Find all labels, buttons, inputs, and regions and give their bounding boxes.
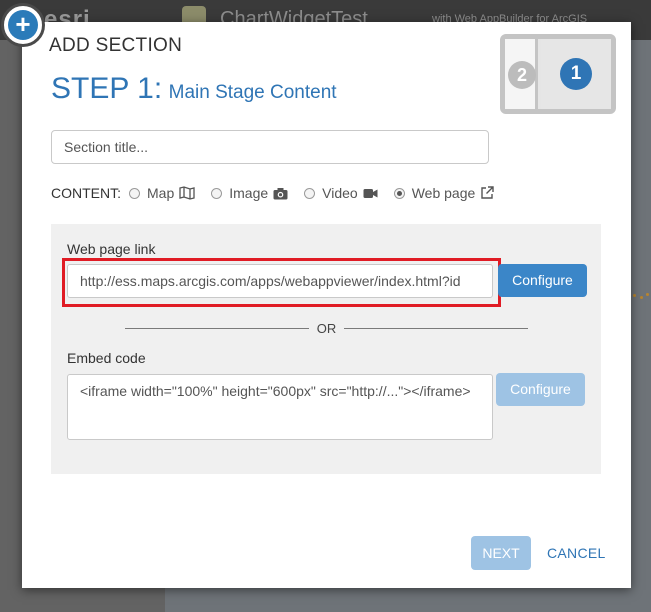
radio-image[interactable] <box>211 187 223 199</box>
or-label: OR <box>316 320 337 336</box>
map-point <box>633 294 636 297</box>
web-page-link-input[interactable]: http://ess.maps.arcgis.com/apps/webappvi… <box>67 264 493 298</box>
configure-embed-button[interactable]: Configure <box>496 373 585 406</box>
content-option-video[interactable]: Video <box>304 185 378 201</box>
web-page-panel: Web page link http://ess.maps.arcgis.com… <box>51 224 601 474</box>
map-point <box>646 293 649 296</box>
embed-code-textarea[interactable]: <iframe width="100%" height="600px" src=… <box>67 374 493 440</box>
configure-link-button[interactable]: Configure <box>498 264 587 297</box>
radio-video[interactable] <box>304 187 316 199</box>
radio-map[interactable] <box>129 187 140 199</box>
content-option-label: Map <box>147 185 175 201</box>
layout-thumbnail: 2 1 <box>500 34 616 114</box>
cancel-button[interactable]: CANCEL <box>547 545 606 561</box>
content-option-web-page[interactable]: Web page <box>393 185 495 201</box>
embed-code-label: Embed code <box>67 350 146 366</box>
radio-web-page[interactable] <box>393 187 405 199</box>
step-heading: STEP 1: Main Stage Content <box>51 72 337 106</box>
external-link-icon <box>480 186 494 200</box>
section-title-input[interactable] <box>51 130 489 164</box>
divider-line <box>125 327 309 329</box>
camera-icon <box>273 187 288 200</box>
main-stage-number-badge: 1 <box>560 58 592 90</box>
content-option-map[interactable]: Map <box>129 185 195 201</box>
content-option-label: Web page <box>411 185 476 201</box>
plus-icon: + <box>8 10 38 40</box>
content-type-selector: CONTENT: Map Image Video Web page <box>51 185 510 201</box>
content-option-label: Image <box>229 185 269 201</box>
layout-main-stage: 1 <box>541 39 611 109</box>
step-subtitle: Main Stage Content <box>168 82 337 103</box>
next-button[interactable]: NEXT <box>471 536 531 570</box>
or-divider: OR <box>125 320 528 336</box>
map-point <box>640 296 643 299</box>
content-option-label: Video <box>322 185 358 201</box>
add-section-dialog: ADD SECTION STEP 1: Main Stage Content 2… <box>22 22 631 588</box>
layout-side-panel: 2 <box>505 39 538 109</box>
web-page-link-label: Web page link <box>67 241 156 257</box>
map-icon <box>179 186 195 200</box>
step-number: STEP 1: <box>51 72 163 105</box>
side-panel-number-badge: 2 <box>508 61 536 89</box>
video-camera-icon <box>363 188 378 199</box>
add-section-badge: + <box>1 3 45 47</box>
content-label: CONTENT: <box>51 185 121 201</box>
content-option-image[interactable]: Image <box>211 185 288 201</box>
divider-line <box>344 327 528 329</box>
dialog-title: ADD SECTION <box>49 35 183 56</box>
